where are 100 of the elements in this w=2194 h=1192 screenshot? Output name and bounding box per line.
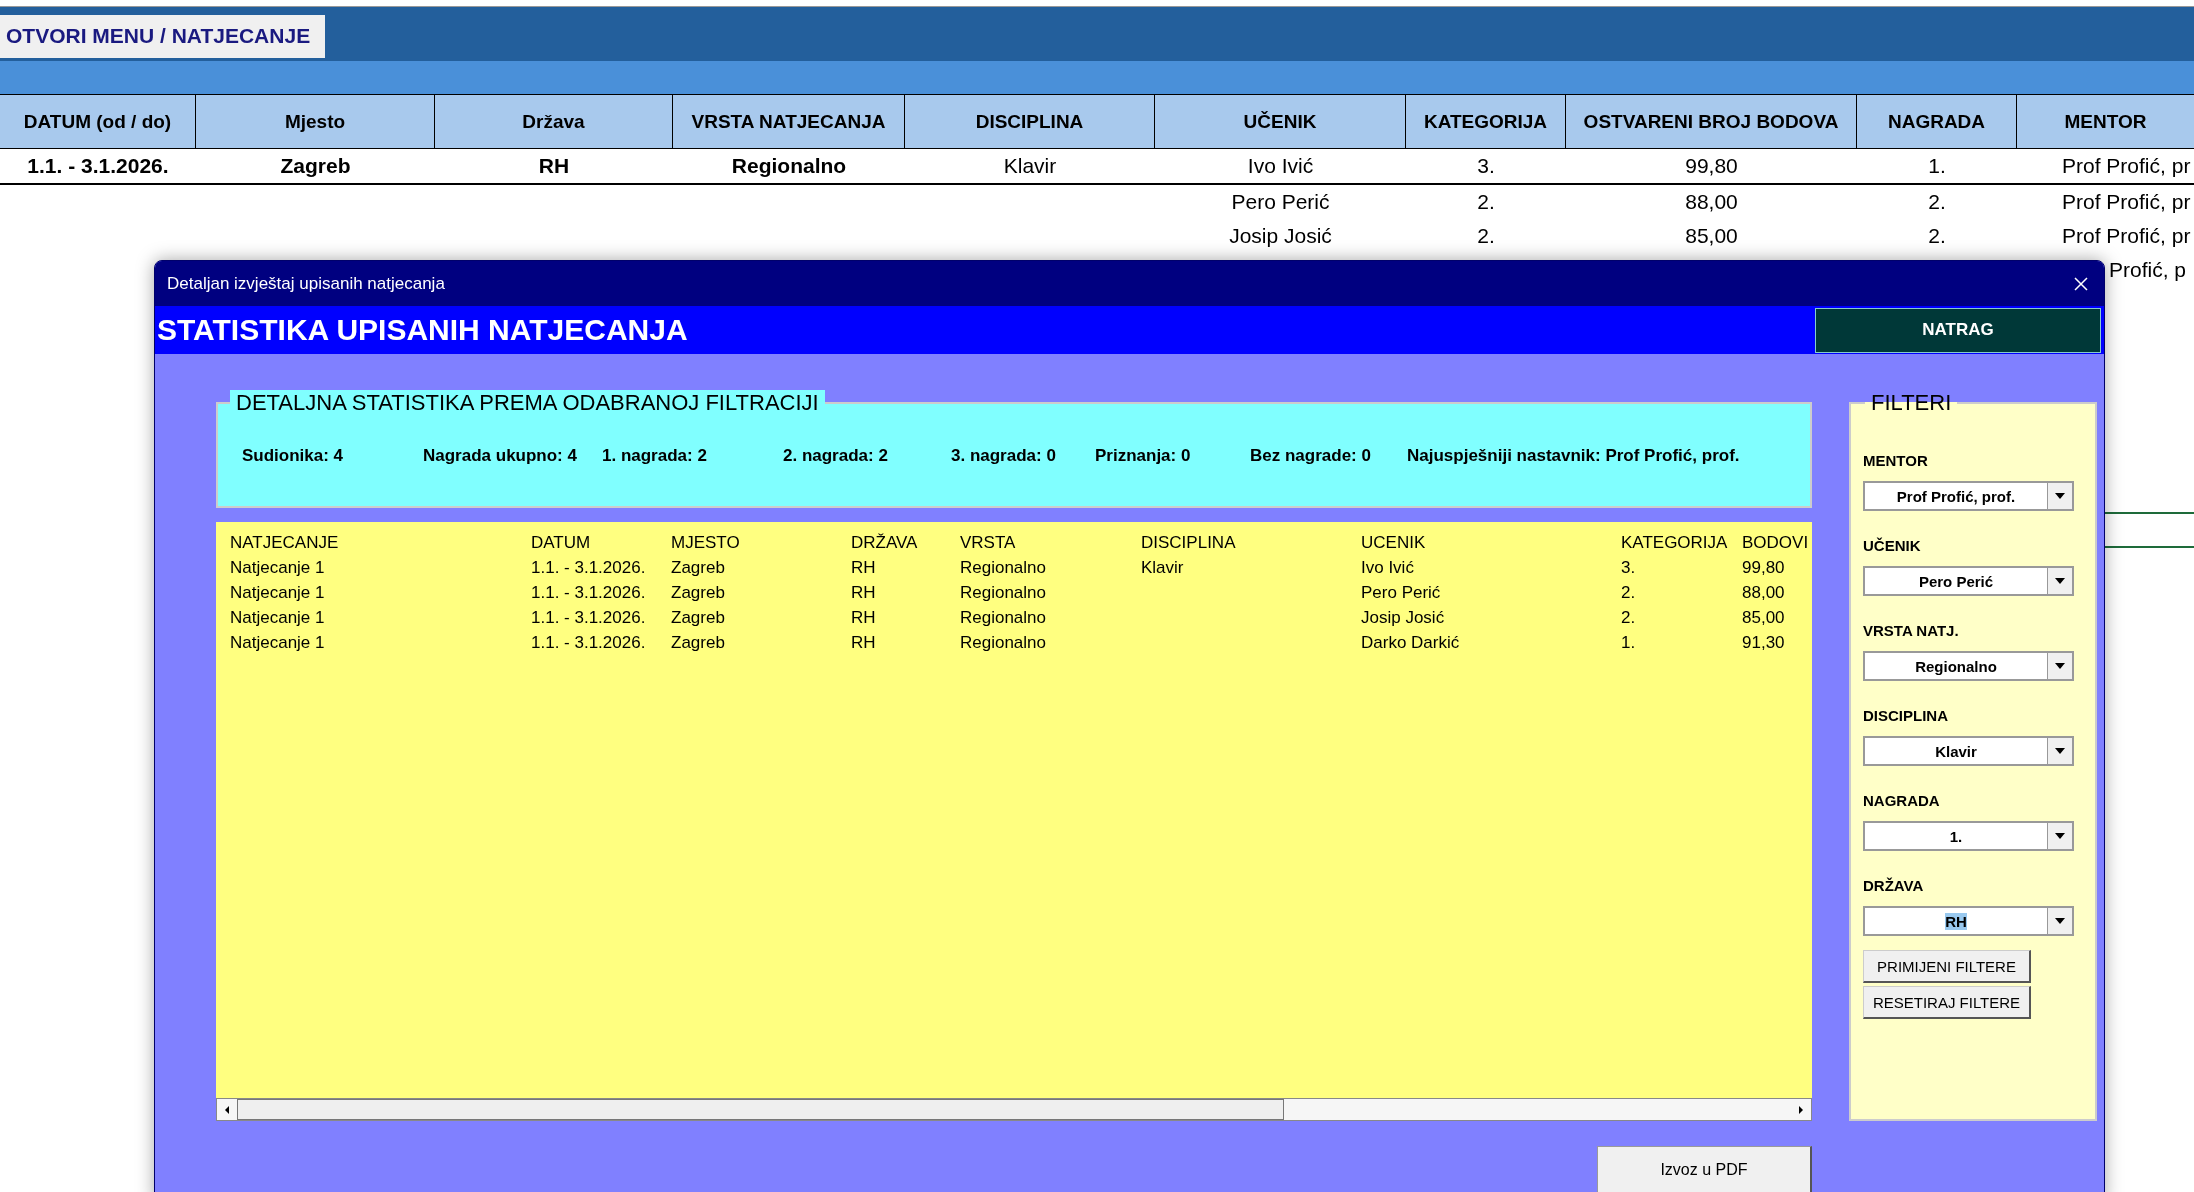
table-cell: Profić, p bbox=[2109, 258, 2187, 282]
list-cell: Regionalno bbox=[960, 583, 1046, 602]
list-cell: Natjecanje 1 bbox=[230, 558, 325, 577]
list-cell: Zagreb bbox=[671, 583, 725, 602]
table-cell: Prof Profić, pr bbox=[2062, 154, 2191, 178]
back-button[interactable]: NATRAG bbox=[1815, 307, 2101, 353]
list-cell: 99,80 bbox=[1742, 558, 1785, 577]
stat-label: Sudionika: 4 bbox=[242, 446, 345, 466]
table-cell: 88,00 bbox=[1685, 190, 1738, 214]
column-header: OSTVARENI BROJ BODOVA bbox=[1566, 94, 1857, 149]
list-cell: 91,30 bbox=[1742, 633, 1785, 652]
list-cell: 1.1. - 3.1.2026. bbox=[531, 558, 646, 577]
list-cell: 3. bbox=[1621, 558, 1636, 577]
stat-label: Najuspješniji nastavnik: Prof Profić, prof. bbox=[1407, 446, 1741, 466]
table-cell: Prof Profić, pr bbox=[2062, 224, 2191, 248]
list-cell: 2. bbox=[1621, 608, 1636, 627]
dropdown-caret-icon bbox=[2055, 578, 2065, 584]
stat-label: Priznanja: 0 bbox=[1095, 446, 1192, 466]
table-cell: Ivo Ivić bbox=[1247, 154, 1314, 178]
list-header: DATUM bbox=[531, 532, 592, 554]
list-cell: RH bbox=[851, 633, 876, 652]
list-cell: Regionalno bbox=[960, 608, 1046, 627]
table-cell: 2. bbox=[1477, 224, 1495, 248]
list-cell: Zagreb bbox=[671, 558, 725, 577]
table-cell: 99,80 bbox=[1685, 154, 1738, 178]
list-cell: Darko Darkić bbox=[1361, 633, 1460, 652]
filter-label: DRŽAVA bbox=[1863, 877, 1925, 894]
list-cell: 1.1. - 3.1.2026. bbox=[531, 608, 646, 627]
column-header: NAGRADA bbox=[1857, 94, 2017, 149]
stat-label: 1. nagrada: 2 bbox=[602, 446, 708, 466]
list-header: KATEGORIJA bbox=[1621, 532, 1729, 554]
list-header: UCENIK bbox=[1361, 532, 1427, 554]
column-header: KATEGORIJA bbox=[1406, 94, 1566, 149]
filter-label: VRSTA NATJ. bbox=[1863, 622, 1960, 639]
list-cell: Natjecanje 1 bbox=[230, 608, 325, 627]
filter-dropdown[interactable]: RH bbox=[1863, 906, 2074, 936]
list-cell: 1.1. - 3.1.2026. bbox=[531, 633, 646, 652]
list-cell: RH bbox=[851, 558, 876, 577]
filter-dropdown[interactable]: 1. bbox=[1863, 821, 2074, 851]
table-cell: Klavir bbox=[1003, 154, 1057, 178]
list-cell: Regionalno bbox=[960, 633, 1046, 652]
list-cell: Natjecanje 1 bbox=[230, 583, 325, 602]
filter-label: NAGRADA bbox=[1863, 792, 1941, 809]
column-header: MENTOR bbox=[2017, 94, 2194, 149]
filter-button[interactable]: RESETIRAJ FILTERE bbox=[1863, 986, 2031, 1019]
stat-label: Bez nagrade: 0 bbox=[1250, 446, 1372, 466]
list-cell: 88,00 bbox=[1742, 583, 1785, 602]
table-cell: Prof Profić, pr bbox=[2062, 190, 2191, 214]
column-header: Država bbox=[435, 94, 673, 149]
stat-label: 3. nagrada: 0 bbox=[951, 446, 1057, 466]
list-cell: 2. bbox=[1621, 583, 1636, 602]
table-cell: Regionalno bbox=[731, 154, 847, 178]
list-header: DISCIPLINA bbox=[1141, 532, 1237, 554]
list-header: BODOVI bbox=[1742, 532, 1810, 554]
list-cell: Natjecanje 1 bbox=[230, 633, 325, 652]
table-cell: Pero Perić bbox=[1231, 190, 1330, 214]
menu-button[interactable]: OTVORI MENU / NATJECANJE bbox=[0, 14, 325, 58]
table-cell: Zagreb bbox=[280, 154, 351, 178]
list-header: DRŽAVA bbox=[851, 532, 919, 554]
stat-label: Nagrada ukupno: 4 bbox=[423, 446, 578, 466]
list-cell: RH bbox=[851, 583, 876, 602]
column-header: Mjesto bbox=[196, 94, 435, 149]
table-cell: 2. bbox=[1928, 190, 1946, 214]
list-cell: Pero Perić bbox=[1361, 583, 1441, 602]
filter-dropdown[interactable]: Klavir bbox=[1863, 736, 2074, 766]
table-cell: RH bbox=[538, 154, 570, 178]
column-header: DATUM (od / do) bbox=[0, 94, 196, 149]
table-cell: 1.1. - 3.1.2026. bbox=[27, 154, 169, 178]
list-cell: RH bbox=[851, 608, 876, 627]
filter-dropdown[interactable]: Prof Profić, prof. bbox=[1863, 481, 2074, 511]
filter-label: UČENIK bbox=[1863, 537, 1922, 554]
dialog-heading: STATISTIKA UPISANIH NATJECANJA bbox=[156, 313, 688, 347]
list-header: VRSTA bbox=[960, 532, 1017, 554]
filter-label: MENTOR bbox=[1863, 452, 1929, 469]
list-cell: 1.1. - 3.1.2026. bbox=[531, 583, 646, 602]
table-cell: 1. bbox=[1928, 154, 1946, 178]
dropdown-caret-icon bbox=[2055, 833, 2065, 839]
filter-dropdown[interactable]: Pero Perić bbox=[1863, 566, 2074, 596]
table-cell: 2. bbox=[1477, 190, 1495, 214]
list-cell: 1. bbox=[1621, 633, 1636, 652]
list-cell: Ivo Ivić bbox=[1361, 558, 1414, 577]
filter-button[interactable]: PRIMIJENI FILTERE bbox=[1863, 950, 2031, 983]
scroll-thumb[interactable] bbox=[237, 1099, 1284, 1120]
table-cell: Josip Josić bbox=[1229, 224, 1332, 248]
horizontal-scrollbar[interactable] bbox=[216, 1098, 1812, 1121]
filter-label: DISCIPLINA bbox=[1863, 707, 1949, 724]
column-header: VRSTA NATJECANJA bbox=[673, 94, 905, 149]
close-icon[interactable] bbox=[2073, 275, 2089, 292]
window-title: Detaljan izvještaj upisanih natjecanja bbox=[167, 273, 445, 294]
list-cell: Zagreb bbox=[671, 608, 725, 627]
dropdown-caret-icon bbox=[2055, 663, 2065, 669]
panel-title: FILTERI bbox=[1870, 390, 1953, 416]
filter-dropdown[interactable]: Regionalno bbox=[1863, 651, 2074, 681]
stat-label: 2. nagrada: 2 bbox=[783, 446, 889, 466]
list-cell: Josip Josić bbox=[1361, 608, 1445, 627]
column-header: DISCIPLINA bbox=[905, 94, 1155, 149]
table-cell: 3. bbox=[1477, 154, 1495, 178]
dropdown-caret-icon bbox=[2055, 748, 2065, 754]
export-pdf-button[interactable]: Izvoz u PDF bbox=[1597, 1146, 1812, 1192]
column-header: UČENIK bbox=[1155, 94, 1406, 149]
